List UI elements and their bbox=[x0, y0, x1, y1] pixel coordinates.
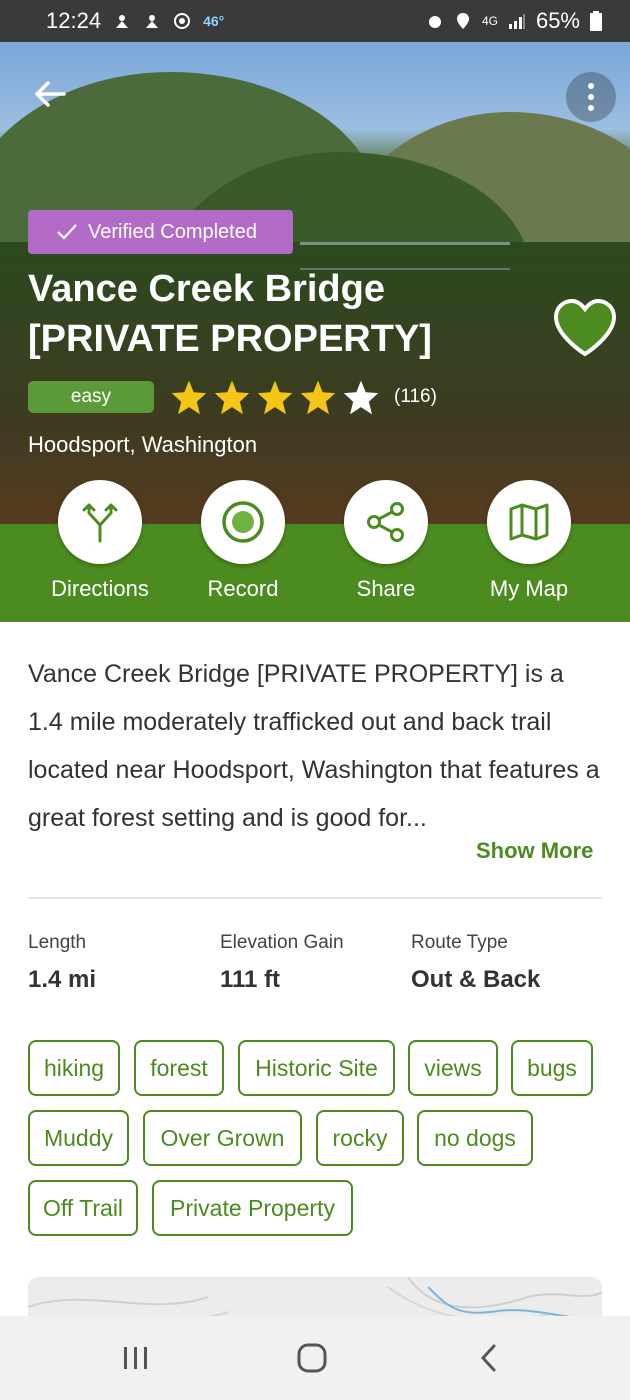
tag-chip[interactable]: views bbox=[408, 1040, 498, 1096]
stat-label: Route Type bbox=[411, 932, 508, 953]
action-bar: Directions Record Share My Map bbox=[0, 480, 630, 622]
location-icon bbox=[456, 13, 469, 29]
signal-icon bbox=[508, 14, 525, 29]
status-bar: 12:24 46° 4G 65% bbox=[0, 0, 630, 42]
checkmark-icon bbox=[57, 224, 77, 240]
back-button[interactable] bbox=[444, 1316, 534, 1400]
status-temperature: 46° bbox=[203, 13, 225, 29]
stat-value: Out & Back bbox=[411, 966, 541, 993]
back-arrow-icon[interactable] bbox=[30, 74, 70, 114]
stat-label: Elevation Gain bbox=[220, 932, 344, 953]
stat-length: Length 1.4 mi bbox=[28, 932, 96, 994]
tag-chip[interactable]: Historic Site bbox=[238, 1040, 395, 1096]
recent-apps-button[interactable] bbox=[91, 1316, 181, 1400]
battery-percent: 65% bbox=[535, 8, 580, 33]
share-icon bbox=[367, 502, 404, 542]
star-filled-icon bbox=[257, 380, 293, 415]
home-button[interactable] bbox=[267, 1316, 357, 1400]
show-more-link[interactable]: Show More bbox=[476, 838, 593, 864]
star-filled-icon bbox=[171, 380, 207, 415]
tag-chip[interactable]: rocky bbox=[316, 1110, 404, 1166]
my-map-button[interactable]: My Map bbox=[458, 480, 600, 602]
tag-chip[interactable]: no dogs bbox=[417, 1110, 533, 1166]
alarm-icon bbox=[428, 16, 441, 28]
stat-label: Length bbox=[28, 932, 87, 953]
share-label: Share bbox=[356, 576, 416, 601]
stat-elevation-gain: Elevation Gain 111 ft bbox=[220, 932, 344, 994]
tag-chip[interactable]: Muddy bbox=[28, 1110, 129, 1166]
share-button[interactable]: Share bbox=[315, 480, 457, 602]
tag-chip[interactable]: Off Trail bbox=[28, 1180, 138, 1236]
trail-description: Vance Creek Bridge [PRIVATE PROPERTY] is… bbox=[28, 660, 600, 832]
divider bbox=[28, 897, 602, 899]
map-icon bbox=[509, 503, 549, 541]
star-rating bbox=[170, 379, 380, 415]
my-map-label: My Map bbox=[489, 576, 569, 601]
home-icon bbox=[297, 1343, 327, 1373]
back-chevron-icon bbox=[480, 1344, 496, 1372]
stat-value: 1.4 mi bbox=[28, 966, 97, 993]
more-options-icon[interactable] bbox=[566, 72, 616, 122]
difficulty-badge: easy bbox=[28, 381, 154, 413]
stat-value: 111 ft bbox=[220, 966, 281, 993]
record-icon bbox=[222, 501, 264, 543]
directions-label: Directions bbox=[51, 576, 149, 601]
directions-button[interactable]: Directions bbox=[29, 480, 171, 602]
network-type: 4G bbox=[481, 14, 498, 28]
directions-icon bbox=[82, 503, 118, 543]
star-empty-icon bbox=[343, 380, 379, 415]
tag-chip[interactable]: Private Property bbox=[152, 1180, 353, 1236]
trail-title: Vance Creek Bridge [PRIVATE PROPERTY] bbox=[28, 268, 432, 360]
notification-icon bbox=[146, 15, 159, 28]
verified-completed-badge: Verified Completed bbox=[28, 210, 293, 254]
tag-chip[interactable]: bugs bbox=[511, 1040, 593, 1096]
stat-route-type: Route Type Out & Back bbox=[411, 932, 540, 994]
tag-chip[interactable]: Over Grown bbox=[143, 1110, 302, 1166]
rating-row: easy (116) bbox=[28, 379, 437, 415]
trail-location[interactable]: Hoodsport, Washington bbox=[28, 432, 257, 458]
trail-hero-image: Verified Completed Vance Creek Bridge [P… bbox=[0, 42, 630, 524]
tag-chip[interactable]: hiking bbox=[28, 1040, 120, 1096]
favorite-heart-icon[interactable] bbox=[552, 298, 618, 358]
record-label: Record bbox=[207, 576, 279, 601]
review-count[interactable]: (116) bbox=[394, 386, 437, 408]
star-filled-icon bbox=[214, 380, 250, 415]
verified-label: Verified Completed bbox=[88, 220, 257, 243]
status-time: 12:24 bbox=[46, 8, 102, 33]
star-filled-icon bbox=[300, 380, 336, 415]
record-button[interactable]: Record bbox=[172, 480, 314, 602]
weather-icon bbox=[174, 13, 191, 29]
battery-icon bbox=[590, 11, 602, 31]
notification-icon bbox=[116, 15, 129, 28]
recent-apps-icon bbox=[124, 1347, 147, 1369]
system-navigation-bar bbox=[0, 1316, 630, 1400]
tag-chip[interactable]: forest bbox=[134, 1040, 224, 1096]
